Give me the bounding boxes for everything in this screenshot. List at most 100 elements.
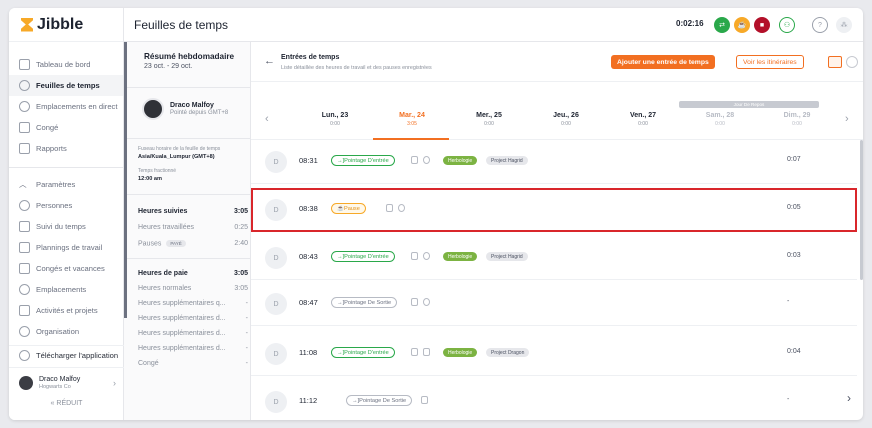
overtime-row: Heures supplémentaires q... - [138, 300, 248, 307]
add-time-entry-button[interactable]: Ajouter une entrée de temps [611, 55, 715, 69]
scrollbar[interactable] [860, 140, 863, 280]
table-row[interactable]: D 08:31 →] Pointage D'entrée Herbologie … [251, 140, 857, 184]
activity-chip: Herbologie [443, 348, 478, 357]
sidebar-nav: Tableau de bord Feuilles de temps Emplac… [9, 42, 123, 342]
entry-icons [411, 298, 430, 306]
clock-icon [19, 80, 30, 91]
entry-duration: - [787, 298, 790, 305]
table-row[interactable]: D 11:08 →] Pointage D'entrée Herbologie … [251, 332, 857, 376]
day-tab[interactable]: Lun., 23 0:00 [295, 112, 375, 127]
chevron-right-icon[interactable]: › [845, 113, 849, 125]
sidebar-item-organization[interactable]: Organisation [9, 321, 123, 342]
day-tab[interactable]: Sam., 28 0:00 [680, 112, 760, 127]
clock-person-icon[interactable]: ⚇ [779, 17, 795, 33]
page-title: Feuilles de temps [134, 17, 229, 32]
table-row[interactable]: D 11:12 →] Pointage De Sortie - [251, 380, 857, 420]
entries-subtitle: Liste détaillée des heures de travail et… [281, 65, 432, 71]
stop-icon[interactable]: ■ [754, 17, 770, 33]
entry-time: 08:31 [299, 156, 318, 165]
break-icon[interactable]: ☕ [734, 17, 750, 33]
logo: Jibble [9, 8, 123, 42]
user-name: Draco Malfoy [39, 375, 81, 383]
gear-icon [19, 326, 30, 337]
entry-icons [421, 396, 428, 404]
time-entries-panel: ← Entrées de temps Liste détaillée des h… [251, 42, 863, 420]
sidebar-item-activities[interactable]: Activités et projets [9, 300, 123, 321]
entry-duration: 0:07 [787, 156, 801, 163]
computer-icon [421, 396, 428, 404]
info-icon[interactable] [846, 56, 858, 68]
sidebar-item-leave[interactable]: Congé [9, 117, 123, 138]
schedule-icon [19, 242, 30, 253]
avatar: D [265, 151, 287, 173]
sidebar-item-dashboard[interactable]: Tableau de bord [9, 54, 123, 75]
download-icon [19, 350, 30, 361]
collapse-sidebar-button[interactable]: « RÉDUIT [9, 400, 124, 407]
help-icon[interactable]: ? [812, 17, 828, 33]
sidebar-item-settings[interactable]: ︿ Paramètres [9, 174, 123, 195]
day-tab[interactable]: Jeu., 26 0:00 [526, 112, 606, 127]
user-menu[interactable]: Draco Malfoy Hogwarts Co › [9, 367, 124, 397]
phone-icon [411, 156, 418, 164]
week-day-selector: ‹ Lun., 23 0:00 Mar., 24 3:05 Mer., 25 0:00… [251, 82, 863, 140]
sidebar-item-leave-holidays[interactable]: Congés et vacances [9, 258, 123, 279]
entries-header: ← Entrées de temps Liste détaillée des h… [251, 42, 863, 82]
location-pin-icon [19, 284, 30, 295]
kiosk-icon [423, 348, 430, 356]
topbar: Feuilles de temps [124, 8, 863, 42]
table-row[interactable]: D 08:43 →] Pointage D'entrée Herbologie … [251, 236, 857, 280]
view-routes-button[interactable]: Voir les itinéraires [736, 55, 804, 69]
entry-time: 08:47 [299, 298, 318, 307]
sidebar-item-people[interactable]: Personnes [9, 195, 123, 216]
apps-icon[interactable]: ⁂ [836, 17, 852, 33]
sidebar-item-work-schedules[interactable]: Plannings de travail [9, 237, 123, 258]
location-icon [398, 204, 405, 212]
table-row-highlighted[interactable]: D 08:38 ☕ Pause 0:05 [251, 188, 857, 232]
day-tab[interactable]: Dim., 29 0:00 [757, 112, 837, 127]
divider [127, 87, 251, 88]
list-view-icon[interactable] [828, 56, 842, 68]
entry-time: 08:43 [299, 252, 318, 261]
sidebar-item-timesheets[interactable]: Feuilles de temps [9, 75, 123, 96]
avatar [142, 98, 164, 120]
clock-in-tag: →] Pointage D'entrée [331, 347, 395, 358]
sidebar-item-reports[interactable]: Rapports [9, 138, 123, 159]
day-tab-active[interactable]: Mar., 24 3:05 [372, 112, 452, 127]
day-tab[interactable]: Mer., 25 0:00 [449, 112, 529, 127]
download-app-button[interactable]: Télécharger l'application [9, 345, 124, 365]
computer-icon [411, 348, 418, 356]
activity-chip: Herbologie [443, 252, 478, 261]
divider [127, 258, 251, 259]
clock-out-tag: →] Pointage De Sortie [346, 395, 413, 406]
avatar [19, 375, 33, 390]
chevron-right-icon[interactable]: › [847, 391, 851, 405]
switch-activity-icon[interactable]: ⇄ [714, 17, 730, 33]
day-tab[interactable]: Ven., 27 0:00 [603, 112, 683, 127]
entry-icons [411, 156, 430, 164]
location-pin-icon [19, 101, 30, 112]
timezone-value: Asia/Kuala_Lumpur (GMT+8) [138, 154, 215, 160]
back-arrow-icon[interactable]: ← [264, 55, 275, 67]
tag-icon [19, 305, 30, 316]
project-chip: Project Hagrid [486, 252, 528, 261]
jibble-logo-icon [21, 18, 33, 32]
sidebar-item-live-locations[interactable]: Emplacements en direct [9, 96, 123, 117]
avatar: D [265, 343, 287, 365]
chevron-right-icon: › [113, 377, 116, 388]
calendar-icon [19, 263, 30, 274]
chevron-left-icon[interactable]: ‹ [265, 113, 269, 125]
sidebar-item-locations[interactable]: Emplacements [9, 279, 123, 300]
table-row[interactable]: D 08:47 →] Pointage De Sortie - [251, 282, 857, 326]
sidebar-item-time-tracking[interactable]: Suivi du temps [9, 216, 123, 237]
entry-icons [386, 204, 405, 212]
divider [127, 138, 251, 139]
clock-out-tag: →] Pointage De Sortie [331, 297, 398, 308]
user-org: Hogwarts Co [39, 383, 71, 390]
app-window: Jibble Tableau de bord Feuilles de temps… [9, 8, 863, 420]
timezone-label: Fuseau horaire de la feuille de temps [138, 146, 221, 152]
overtime-row: Heures supplémentaires d... - [138, 330, 248, 337]
chevron-up-icon: ︿ [19, 180, 27, 189]
regular-hours-row: Heures normales 3:05 [138, 285, 248, 292]
entry-duration: 0:05 [787, 204, 801, 211]
worked-hours-row: Heures travaillées 0:25 [138, 224, 248, 231]
